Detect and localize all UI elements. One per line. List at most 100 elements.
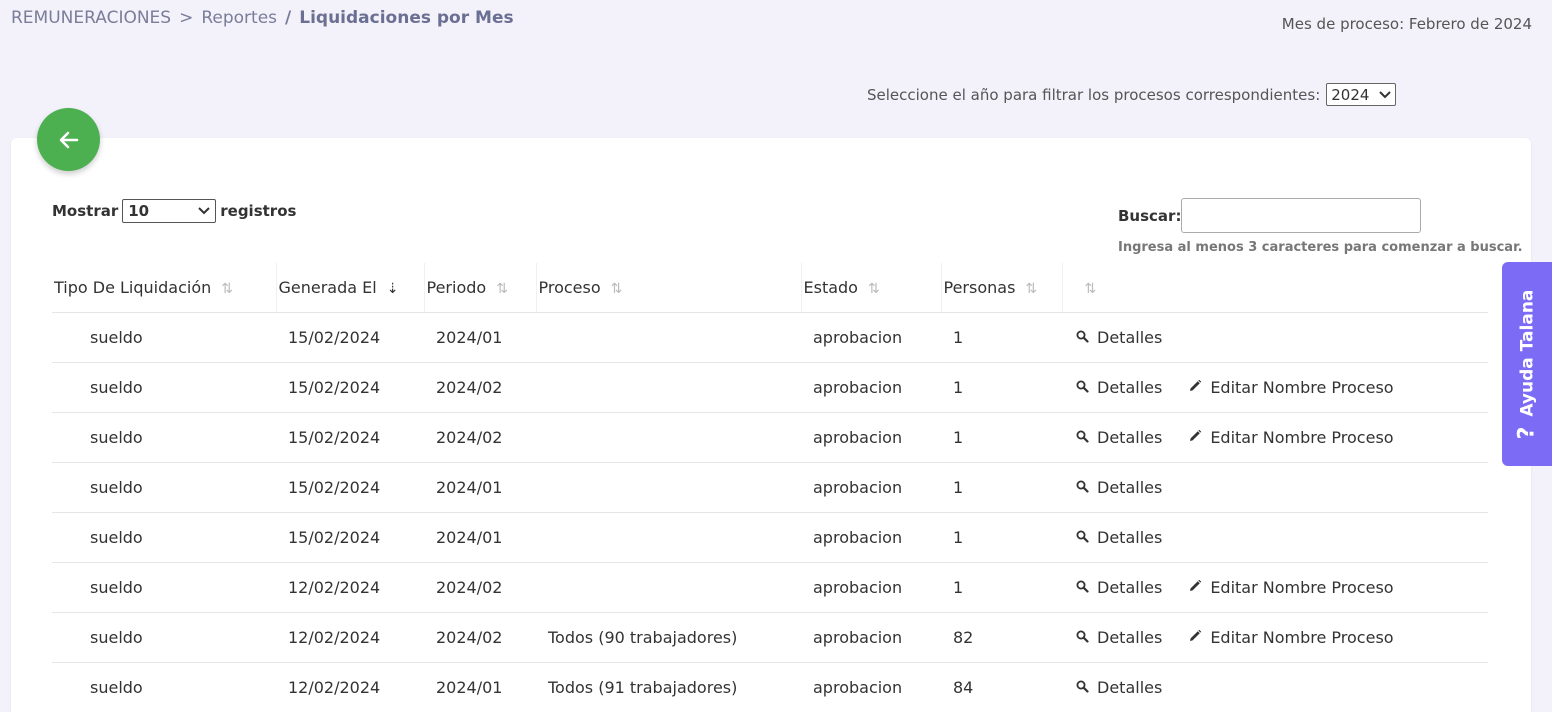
detalles-label: Detalles xyxy=(1097,477,1163,497)
cell-personas: 1 xyxy=(941,312,1062,363)
cell-estado: aprobacion xyxy=(801,412,941,463)
cell-proceso: Todos (90 trabajadores) xyxy=(536,612,801,663)
column-header-estado[interactable]: Estado ⇅ xyxy=(800,263,941,313)
column-header-periodo[interactable]: Periodo ⇅ xyxy=(423,263,536,313)
back-button[interactable] xyxy=(37,108,100,171)
column-header-proceso[interactable]: Proceso ⇅ xyxy=(535,263,801,313)
cell-tipo: sueldo xyxy=(52,462,276,513)
cell-personas: 1 xyxy=(941,412,1062,463)
process-month-label: Mes de proceso: Febrero de 2024 xyxy=(1281,15,1532,33)
sort-icon: ⇅ xyxy=(610,280,623,297)
editar-label: Editar Nombre Proceso xyxy=(1210,627,1394,647)
editar-label: Editar Nombre Proceso xyxy=(1210,577,1394,597)
cell-generada: 12/02/2024 xyxy=(276,562,424,613)
table-header-row: Tipo De Liquidación ⇅ Generada El ⇣ Period… xyxy=(52,263,1488,313)
column-header-label: Generada El xyxy=(278,277,377,297)
liquidaciones-table: Tipo De Liquidación ⇅ Generada El ⇣ Period… xyxy=(52,263,1488,712)
column-header-generada[interactable]: Generada El ⇣ xyxy=(275,263,424,313)
table-row: sueldo 12/02/2024 2024/02 aprobacion 1 Detall… xyxy=(52,562,1488,613)
cell-acciones: Detalles xyxy=(1062,512,1488,563)
table-row: sueldo 15/02/2024 2024/01 aprobacion 1 Detall… xyxy=(52,312,1488,363)
cell-periodo: 2024/01 xyxy=(424,662,536,712)
table-body: sueldo 15/02/2024 2024/01 aprobacion 1 Detall… xyxy=(52,312,1488,712)
column-header-acciones[interactable]: ⇅ xyxy=(1061,263,1488,313)
sort-icon: ⇅ xyxy=(221,280,233,297)
detalles-label: Detalles xyxy=(1097,627,1163,647)
column-header-label: Periodo xyxy=(426,277,487,297)
year-filter-label: Seleccione el año para filtrar los proce… xyxy=(867,85,1321,104)
table-row: sueldo 12/02/2024 2024/01 Todos (91 trabaja… xyxy=(52,662,1488,712)
year-filter: Seleccione el año para filtrar los proce… xyxy=(867,83,1397,106)
column-header-personas[interactable]: Personas ⇅ xyxy=(940,263,1062,313)
cell-generada: 15/02/2024 xyxy=(276,462,424,513)
cell-periodo: 2024/02 xyxy=(424,412,536,463)
breadcrumb-separator: > xyxy=(179,8,194,28)
cell-proceso xyxy=(536,462,801,513)
breadcrumb: REMUNERACIONES > Reportes / Liquidacione… xyxy=(11,8,514,28)
year-select[interactable]: 2024 xyxy=(1326,83,1397,106)
detalles-label: Detalles xyxy=(1097,577,1163,597)
detalles-button[interactable]: Detalles xyxy=(1076,478,1162,497)
detalles-button[interactable]: Detalles xyxy=(1076,578,1162,597)
breadcrumb-reportes[interactable]: Reportes xyxy=(201,8,277,28)
editar-nombre-proceso-button[interactable]: Editar Nombre Proceso xyxy=(1188,427,1394,447)
cell-periodo: 2024/01 xyxy=(424,312,536,363)
chevron-down-icon xyxy=(198,207,210,215)
length-select[interactable]: 10 xyxy=(122,199,217,223)
year-select-value: 2024 xyxy=(1331,85,1370,104)
help-tab[interactable]: ? Ayuda Talana xyxy=(1502,262,1552,466)
cell-estado: aprobacion xyxy=(801,312,941,363)
editar-nombre-proceso-button[interactable]: Editar Nombre Proceso xyxy=(1188,577,1394,597)
detalles-button[interactable]: Detalles xyxy=(1076,628,1162,647)
editar-nombre-proceso-button[interactable]: Editar Nombre Proceso xyxy=(1188,377,1394,397)
cell-proceso xyxy=(536,512,801,563)
table-row: sueldo 15/02/2024 2024/02 aprobacion 1 Detall… xyxy=(52,412,1488,463)
cell-tipo: sueldo xyxy=(52,562,276,613)
search-icon xyxy=(1076,528,1089,547)
cell-tipo: sueldo xyxy=(52,412,276,463)
cell-tipo: sueldo xyxy=(52,612,276,663)
detalles-label: Detalles xyxy=(1097,377,1163,397)
chevron-down-icon xyxy=(1379,90,1391,98)
cell-personas: 1 xyxy=(941,362,1062,413)
detalles-button[interactable]: Detalles xyxy=(1076,528,1162,547)
detalles-label: Detalles xyxy=(1097,527,1163,547)
table-row: sueldo 15/02/2024 2024/01 aprobacion 1 Detall… xyxy=(52,512,1488,563)
search-label: Buscar: xyxy=(1118,206,1182,225)
cell-acciones: Detalles Editar Nombre Proceso xyxy=(1062,612,1488,663)
cell-estado: aprobacion xyxy=(801,462,941,513)
column-header-label: Tipo De Liquidación xyxy=(54,277,212,297)
cell-generada: 15/02/2024 xyxy=(276,312,424,363)
cell-periodo: 2024/02 xyxy=(424,362,536,413)
cell-estado: aprobacion xyxy=(801,562,941,613)
sort-icon: ⇅ xyxy=(496,280,508,297)
search-input[interactable] xyxy=(1181,198,1422,233)
detalles-button[interactable]: Detalles xyxy=(1076,678,1162,697)
detalles-button[interactable]: Detalles xyxy=(1076,428,1162,447)
detalles-label: Detalles xyxy=(1097,427,1163,447)
cell-acciones: Detalles xyxy=(1062,312,1488,363)
cell-proceso xyxy=(536,412,801,463)
editar-nombre-proceso-button[interactable]: Editar Nombre Proceso xyxy=(1188,627,1394,647)
column-header-tipo[interactable]: Tipo De Liquidación ⇅ xyxy=(52,263,276,313)
breadcrumb-root[interactable]: REMUNERACIONES xyxy=(11,8,171,28)
cell-periodo: 2024/01 xyxy=(424,462,536,513)
cell-acciones: Detalles Editar Nombre Proceso xyxy=(1062,362,1488,413)
cell-estado: aprobacion xyxy=(801,362,941,413)
cell-periodo: 2024/01 xyxy=(424,512,536,563)
detalles-label: Detalles xyxy=(1097,677,1163,697)
cell-generada: 15/02/2024 xyxy=(276,362,424,413)
editar-label: Editar Nombre Proceso xyxy=(1210,377,1394,397)
editar-label: Editar Nombre Proceso xyxy=(1210,427,1394,447)
search-icon xyxy=(1076,678,1089,697)
column-header-label: Personas xyxy=(943,277,1016,297)
search-icon xyxy=(1076,628,1089,647)
cell-acciones: Detalles xyxy=(1062,462,1488,513)
cell-proceso xyxy=(536,312,801,363)
table-row: sueldo 15/02/2024 2024/01 aprobacion 1 Detall… xyxy=(52,462,1488,513)
length-control: Mostrar 10 registros xyxy=(52,199,296,223)
detalles-button[interactable]: Detalles xyxy=(1076,328,1162,347)
length-suffix: registros xyxy=(220,202,297,220)
arrow-left-icon xyxy=(59,131,78,148)
detalles-button[interactable]: Detalles xyxy=(1076,378,1162,397)
